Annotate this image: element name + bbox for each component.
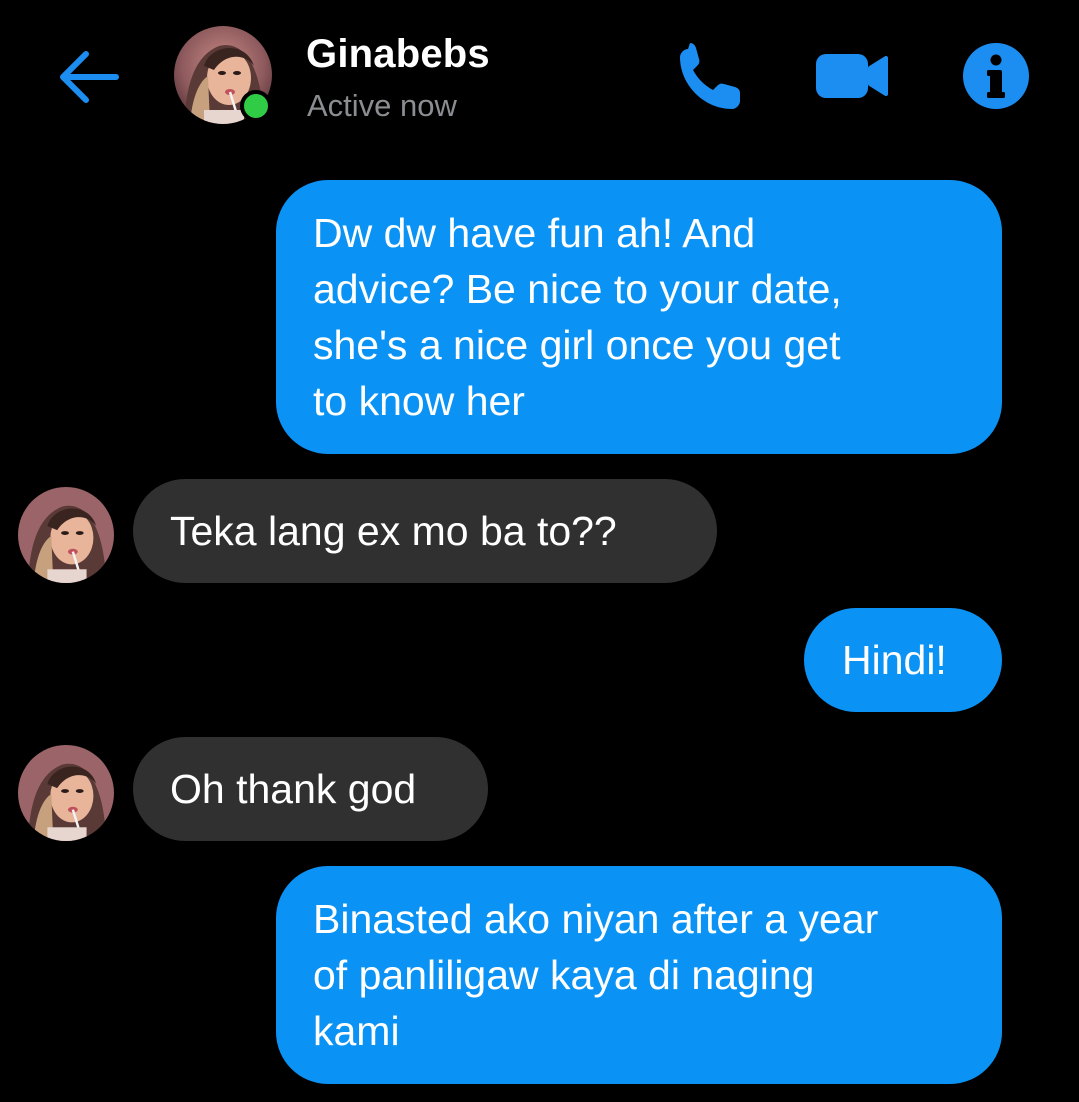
message-line: advice? Be nice to your date, <box>313 266 842 312</box>
back-arrow-icon <box>60 51 119 103</box>
info-button[interactable] <box>960 40 1032 112</box>
call-button[interactable] <box>674 40 746 112</box>
incoming-message-bubble[interactable]: Oh thank god <box>133 737 488 841</box>
video-call-button[interactable] <box>812 44 892 108</box>
message-line: she's a nice girl once you get <box>313 322 841 368</box>
sender-avatar[interactable] <box>18 745 114 841</box>
outgoing-message-bubble[interactable]: Dw dw have fun ah! And advice? Be nice t… <box>276 180 1002 454</box>
sender-avatar[interactable] <box>18 487 114 583</box>
back-button[interactable] <box>56 44 122 110</box>
info-icon <box>963 43 1029 109</box>
contact-avatar[interactable] <box>174 26 272 124</box>
message-line: kami <box>313 1008 400 1054</box>
video-camera-icon <box>816 54 888 98</box>
message-line: Hindi! <box>842 637 947 683</box>
message-line: Teka lang ex mo ba to?? <box>170 508 617 554</box>
phone-icon <box>680 43 740 109</box>
profile-photo <box>18 745 114 841</box>
contact-name[interactable]: Ginabebs <box>306 32 490 77</box>
message-line: to know her <box>313 378 525 424</box>
chat-header: Ginabebs Active now <box>0 0 1079 160</box>
message-line: Oh thank god <box>170 766 417 812</box>
outgoing-message-bubble[interactable]: Hindi! <box>804 608 1002 712</box>
message-line: Dw dw have fun ah! And <box>313 210 756 256</box>
incoming-message-bubble[interactable]: Teka lang ex mo ba to?? <box>133 479 717 583</box>
contact-status: Active now <box>307 88 457 123</box>
message-line: of panliligaw kaya di naging <box>313 952 815 998</box>
online-status-dot <box>240 90 272 122</box>
profile-photo <box>18 487 114 583</box>
message-line: Binasted ako niyan after a year <box>313 896 879 942</box>
outgoing-message-bubble[interactable]: Binasted ako niyan after a year of panli… <box>276 866 1002 1084</box>
